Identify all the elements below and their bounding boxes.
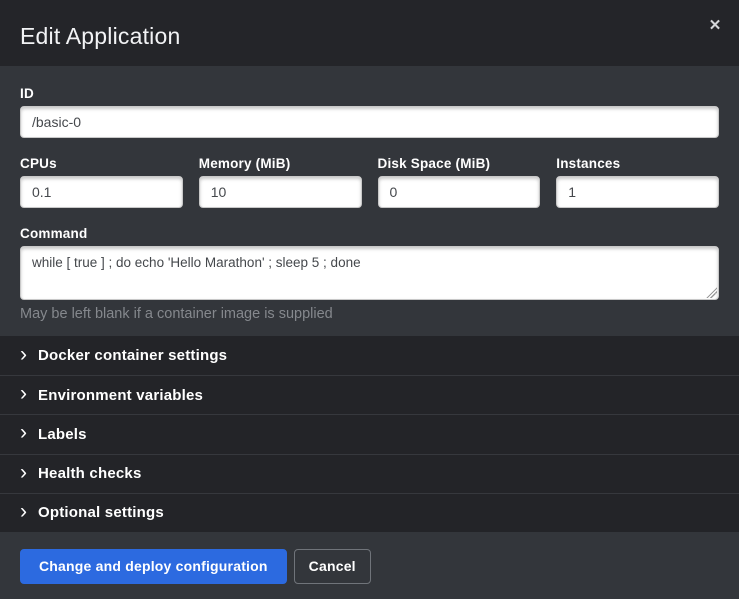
id-input[interactable] xyxy=(20,106,719,138)
accordion-section-label: Labels xyxy=(38,426,87,443)
cancel-button[interactable]: Cancel xyxy=(294,549,371,584)
command-help-text: May be left blank if a container image i… xyxy=(20,306,719,322)
accordion-section-label: Docker container settings xyxy=(38,347,227,364)
page-title: Edit Application xyxy=(20,23,180,50)
id-field-group: ID xyxy=(20,86,719,138)
edit-application-modal: Edit Application ✕ ID CPUs Memory (MiB) … xyxy=(0,0,739,599)
disk-space-label: Disk Space (MiB) xyxy=(378,156,541,171)
application-form: ID CPUs Memory (MiB) Disk Space (MiB) In… xyxy=(0,66,739,336)
instances-field-group: Instances xyxy=(556,156,719,208)
close-icon: ✕ xyxy=(709,17,722,34)
command-field-group: Command while [ true ] ; do echo 'Hello … xyxy=(20,226,719,322)
modal-header: Edit Application ✕ xyxy=(0,0,739,66)
cpus-field-group: CPUs xyxy=(20,156,183,208)
resources-row: CPUs Memory (MiB) Disk Space (MiB) Insta… xyxy=(20,156,719,208)
memory-label: Memory (MiB) xyxy=(199,156,362,171)
change-and-deploy-button[interactable]: Change and deploy configuration xyxy=(20,549,287,584)
command-textarea[interactable]: while [ true ] ; do echo 'Hello Marathon… xyxy=(20,246,719,300)
accordion-section-optional-settings[interactable]: › Optional settings xyxy=(0,493,739,532)
memory-input[interactable] xyxy=(199,176,362,208)
memory-field-group: Memory (MiB) xyxy=(199,156,362,208)
command-label: Command xyxy=(20,226,719,241)
accordion-section-environment-variables[interactable]: › Environment variables xyxy=(0,375,739,414)
close-button[interactable]: ✕ xyxy=(703,14,727,38)
command-textarea-wrap: while [ true ] ; do echo 'Hello Marathon… xyxy=(20,246,719,300)
modal-footer: Change and deploy configuration Cancel xyxy=(0,532,739,599)
settings-accordion: › Docker container settings › Environmen… xyxy=(0,336,739,532)
id-label: ID xyxy=(20,86,719,101)
accordion-section-label: Environment variables xyxy=(38,387,203,404)
accordion-section-label: Optional settings xyxy=(38,504,164,521)
instances-label: Instances xyxy=(556,156,719,171)
accordion-section-label: Health checks xyxy=(38,465,141,482)
accordion-section-docker-container-settings[interactable]: › Docker container settings xyxy=(0,336,739,375)
resize-grip-icon[interactable] xyxy=(706,287,717,298)
instances-input[interactable] xyxy=(556,176,719,208)
accordion-section-health-checks[interactable]: › Health checks xyxy=(0,454,739,493)
cpus-input[interactable] xyxy=(20,176,183,208)
disk-space-field-group: Disk Space (MiB) xyxy=(378,156,541,208)
accordion-section-labels[interactable]: › Labels xyxy=(0,414,739,453)
disk-space-input[interactable] xyxy=(378,176,541,208)
cpus-label: CPUs xyxy=(20,156,183,171)
